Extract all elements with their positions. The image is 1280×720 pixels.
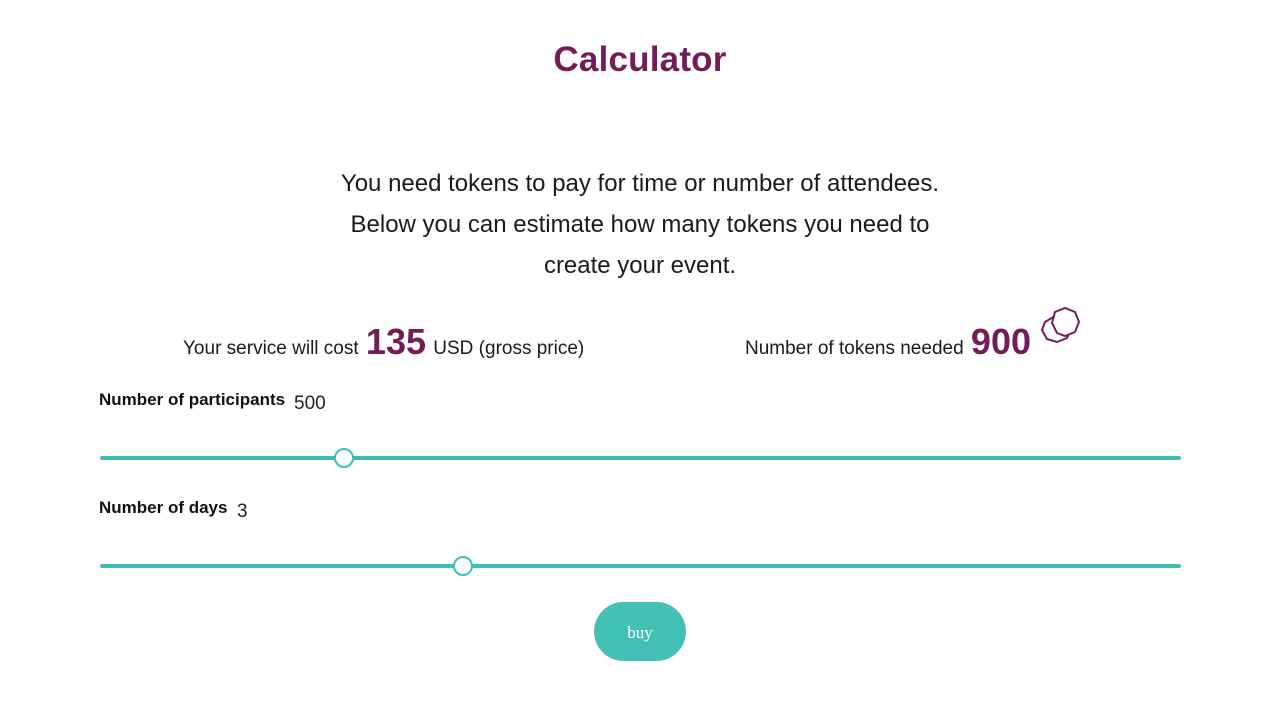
tokens-summary: Number of tokens needed 900 — [745, 306, 1083, 373]
cost-value: 135 — [365, 321, 426, 362]
participants-slider-track[interactable] — [100, 456, 1181, 460]
cost-suffix: USD (gross price) — [433, 338, 585, 359]
cost-summary: Your service will cost 135 USD (gross pr… — [183, 318, 584, 373]
intro-text: You need tokens to pay for time or numbe… — [290, 163, 990, 286]
buy-button[interactable]: buy — [594, 602, 686, 661]
participants-value: 500 — [294, 393, 326, 414]
token-octagon-icon — [1031, 306, 1083, 354]
days-label: Number of days — [99, 498, 228, 517]
tokens-prefix: Number of tokens needed — [745, 338, 964, 359]
intro-line-1: You need tokens to pay for time or numbe… — [340, 170, 940, 197]
tokens-value: 900 — [970, 321, 1031, 362]
participants-label: Number of participants — [99, 390, 286, 409]
days-value: 3 — [237, 501, 248, 522]
calculator-page: Calculator You need tokens to pay for ti… — [0, 0, 1280, 720]
summary-row: Your service will cost 135 USD (gross pr… — [0, 306, 1280, 366]
days-slider-thumb[interactable] — [453, 556, 474, 576]
days-slider-track[interactable] — [100, 564, 1181, 568]
intro-line-3: create your event. — [543, 252, 737, 279]
participants-slider-thumb[interactable] — [334, 448, 355, 468]
page-title: Calculator — [553, 40, 727, 79]
days-slider[interactable] — [100, 554, 1181, 578]
participants-slider[interactable] — [100, 446, 1181, 470]
cost-prefix: Your service will cost — [183, 338, 359, 359]
intro-line-2: Below you can estimate how many tokens y… — [350, 211, 930, 238]
